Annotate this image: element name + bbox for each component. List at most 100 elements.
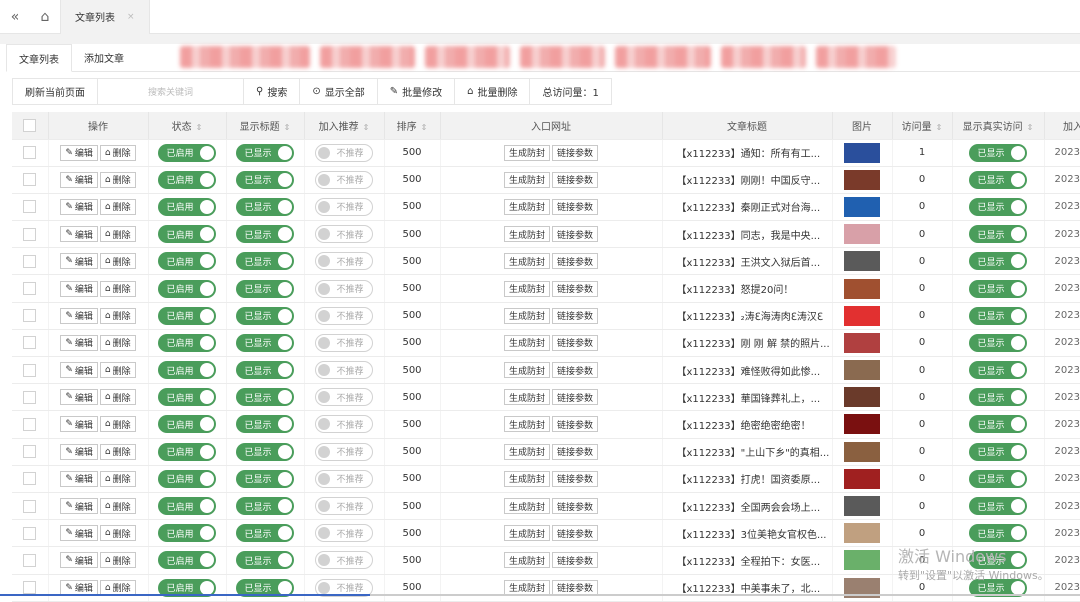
row-checkbox[interactable] (12, 356, 49, 385)
show-title-toggle[interactable]: 已显示 (236, 170, 294, 189)
batch-delete-button[interactable]: ⌂ 批量删除 (455, 79, 531, 104)
row-checkbox[interactable] (12, 574, 49, 602)
delete-button[interactable]: ⌂ 删除 (99, 498, 136, 515)
recommend-toggle[interactable]: 不推荐 (315, 252, 373, 271)
refresh-button[interactable]: 刷新当前页面 (13, 79, 98, 104)
link-params-button[interactable]: 链接参数 (552, 416, 599, 433)
link-params-button[interactable]: 链接参数 (552, 171, 599, 188)
header-visits[interactable]: 访问量 ⇕ (892, 112, 953, 140)
delete-button[interactable]: ⌂ 删除 (99, 416, 136, 433)
show-title-toggle[interactable]: 已显示 (236, 279, 294, 298)
generate-antiblock-button[interactable]: 生成防封 (503, 470, 550, 487)
edit-button[interactable]: ✎ 编辑 (60, 280, 98, 297)
subtab-article-list[interactable]: 文章列表 (6, 44, 72, 72)
link-params-button[interactable]: 链接参数 (552, 389, 599, 406)
link-params-button[interactable]: 链接参数 (552, 144, 599, 161)
real-visits-toggle[interactable]: 已显示 (969, 225, 1027, 244)
status-toggle[interactable]: 已启用 (158, 469, 216, 488)
row-checkbox[interactable] (12, 546, 49, 575)
recommend-toggle[interactable]: 不推荐 (315, 415, 373, 434)
edit-button[interactable]: ✎ 编辑 (60, 307, 98, 324)
delete-button[interactable]: ⌂ 删除 (99, 280, 136, 297)
show-title-toggle[interactable]: 已显示 (236, 361, 294, 380)
real-visits-toggle[interactable]: 已显示 (969, 442, 1027, 461)
real-visits-toggle[interactable]: 已显示 (969, 415, 1027, 434)
edit-button[interactable]: ✎ 编辑 (60, 443, 98, 460)
status-toggle[interactable]: 已启用 (158, 415, 216, 434)
row-checkbox[interactable] (12, 465, 49, 493)
select-all-checkbox[interactable] (12, 112, 49, 140)
generate-antiblock-button[interactable]: 生成防封 (503, 253, 550, 270)
batch-edit-button[interactable]: ✎ 批量修改 (378, 79, 456, 104)
delete-button[interactable]: ⌂ 删除 (99, 389, 136, 406)
edit-button[interactable]: ✎ 编辑 (60, 334, 98, 351)
generate-antiblock-button[interactable]: 生成防封 (503, 280, 550, 297)
status-toggle[interactable]: 已启用 (158, 197, 216, 216)
delete-button[interactable]: ⌂ 删除 (99, 525, 136, 542)
delete-button[interactable]: ⌂ 删除 (99, 307, 136, 324)
generate-antiblock-button[interactable]: 生成防封 (503, 198, 550, 215)
delete-button[interactable]: ⌂ 删除 (99, 470, 136, 487)
show-title-toggle[interactable]: 已显示 (236, 252, 294, 271)
status-toggle[interactable]: 已启用 (158, 361, 216, 380)
row-checkbox[interactable] (12, 302, 49, 330)
generate-antiblock-button[interactable]: 生成防封 (503, 144, 550, 161)
edit-button[interactable]: ✎ 编辑 (60, 525, 98, 542)
edit-button[interactable]: ✎ 编辑 (60, 362, 98, 379)
edit-button[interactable]: ✎ 编辑 (60, 498, 98, 515)
link-params-button[interactable]: 链接参数 (552, 470, 599, 487)
header-status[interactable]: 状态 ⇕ (148, 112, 227, 140)
real-visits-toggle[interactable]: 已显示 (969, 197, 1027, 216)
recommend-toggle[interactable]: 不推荐 (315, 197, 373, 216)
show-title-toggle[interactable]: 已显示 (236, 306, 294, 325)
row-checkbox[interactable] (12, 139, 49, 167)
link-params-button[interactable]: 链接参数 (552, 552, 599, 569)
recommend-toggle[interactable]: 不推荐 (315, 469, 373, 488)
generate-antiblock-button[interactable]: 生成防封 (503, 416, 550, 433)
delete-button[interactable]: ⌂ 删除 (99, 171, 136, 188)
show-title-toggle[interactable]: 已显示 (236, 333, 294, 352)
row-checkbox[interactable] (12, 193, 49, 222)
real-visits-toggle[interactable]: 已显示 (969, 252, 1027, 271)
row-checkbox[interactable] (12, 329, 49, 358)
generate-antiblock-button[interactable]: 生成防封 (503, 389, 550, 406)
link-params-button[interactable]: 链接参数 (552, 362, 599, 379)
show-title-toggle[interactable]: 已显示 (236, 415, 294, 434)
real-visits-toggle[interactable]: 已显示 (969, 388, 1027, 407)
edit-button[interactable]: ✎ 编辑 (60, 416, 98, 433)
real-visits-toggle[interactable]: 已显示 (969, 143, 1027, 162)
edit-button[interactable]: ✎ 编辑 (60, 171, 98, 188)
header-sort[interactable]: 排序 ⇕ (384, 112, 441, 140)
status-toggle[interactable]: 已启用 (158, 306, 216, 325)
generate-antiblock-button[interactable]: 生成防封 (503, 334, 550, 351)
header-recommend[interactable]: 加入推荐 ⇕ (304, 112, 385, 140)
search-input[interactable]: 搜索关键词 (98, 79, 244, 104)
delete-button[interactable]: ⌂ 删除 (99, 334, 136, 351)
status-toggle[interactable]: 已启用 (158, 497, 216, 516)
status-toggle[interactable]: 已启用 (158, 225, 216, 244)
status-toggle[interactable]: 已启用 (158, 170, 216, 189)
generate-antiblock-button[interactable]: 生成防封 (503, 443, 550, 460)
row-checkbox[interactable] (12, 247, 49, 276)
show-title-toggle[interactable]: 已显示 (236, 388, 294, 407)
generate-antiblock-button[interactable]: 生成防封 (503, 552, 550, 569)
real-visits-toggle[interactable]: 已显示 (969, 306, 1027, 325)
show-title-toggle[interactable]: 已显示 (236, 497, 294, 516)
row-checkbox[interactable] (12, 410, 49, 439)
generate-antiblock-button[interactable]: 生成防封 (503, 307, 550, 324)
row-checkbox[interactable] (12, 383, 49, 412)
real-visits-toggle[interactable]: 已显示 (969, 170, 1027, 189)
link-params-button[interactable]: 链接参数 (552, 253, 599, 270)
status-toggle[interactable]: 已启用 (158, 333, 216, 352)
double-chevron-left-icon[interactable]: « (0, 0, 30, 34)
status-toggle[interactable]: 已启用 (158, 524, 216, 543)
show-title-toggle[interactable]: 已显示 (236, 469, 294, 488)
recommend-toggle[interactable]: 不推荐 (315, 388, 373, 407)
recommend-toggle[interactable]: 不推荐 (315, 442, 373, 461)
row-checkbox[interactable] (12, 166, 49, 194)
recommend-toggle[interactable]: 不推荐 (315, 524, 373, 543)
recommend-toggle[interactable]: 不推荐 (315, 497, 373, 516)
status-toggle[interactable]: 已启用 (158, 551, 216, 570)
link-params-button[interactable]: 链接参数 (552, 226, 599, 243)
header-show-real-visits[interactable]: 显示真实访问 ⇕ (952, 112, 1045, 140)
